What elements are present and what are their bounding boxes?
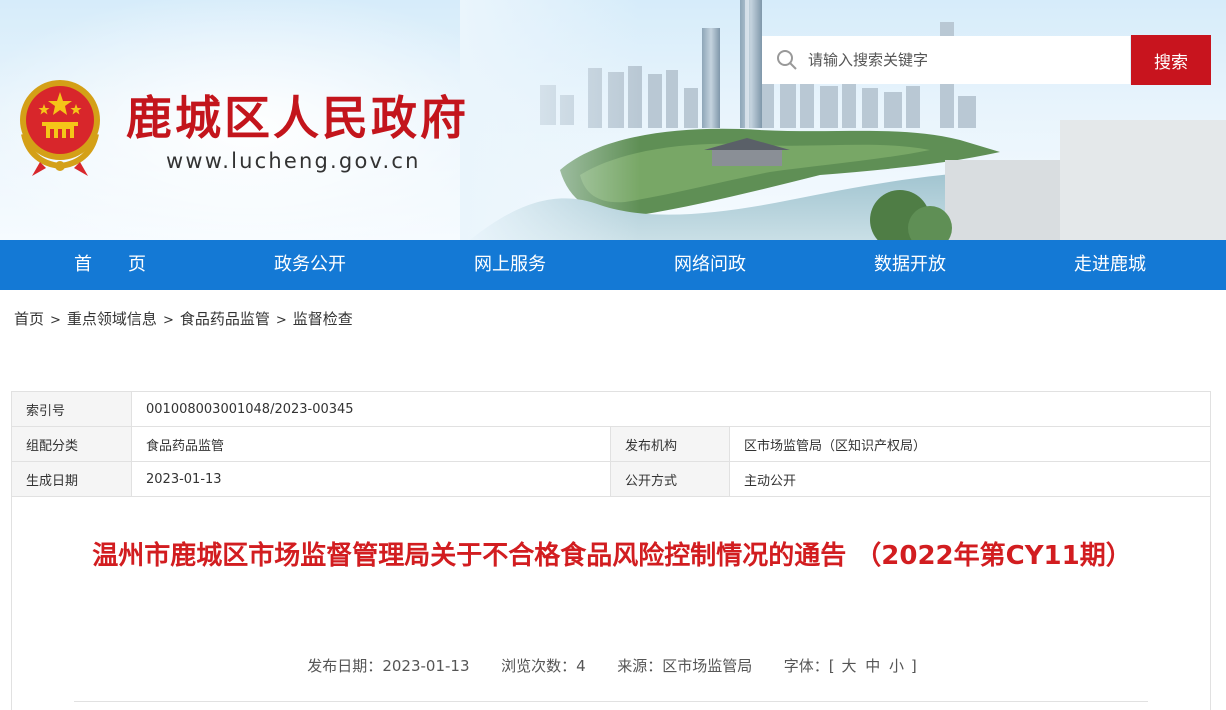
font-size-large-button[interactable]: 大 (841, 657, 856, 675)
publish-date: 2023-01-13 (382, 657, 470, 675)
breadcrumb-inspection[interactable]: 监督检查 (293, 310, 353, 328)
header-banner: 鹿城区人民政府 www.lucheng.gov.cn 搜索 (0, 0, 1226, 240)
site-url: www.lucheng.gov.cn (166, 149, 421, 173)
breadcrumb-separator: > (275, 313, 287, 328)
font-size-bracket-close: ] (910, 657, 917, 675)
article-title: 温州市鹿城区市场监督管理局关于不合格食品风险控制情况的通告 （2022年第CY1… (92, 541, 1132, 571)
breadcrumb-key-areas[interactable]: 重点领域信息 (67, 310, 157, 328)
source-value: 区市场监管局 (662, 657, 753, 675)
font-size-bracket-open: [ (828, 657, 835, 675)
breadcrumb-home[interactable]: 首页 (14, 310, 44, 328)
category-value: 食品药品监管 (131, 426, 611, 462)
disclosure-value: 主动公开 (729, 461, 1211, 497)
table-row: 生成日期 2023-01-13 公开方式 主动公开 (11, 461, 1211, 497)
article-divider (74, 701, 1148, 702)
publish-date-label: 发布日期： (307, 657, 383, 675)
main-nav: 首 页 政务公开 网上服务 网络问政 数据开放 走进鹿城 (0, 240, 1226, 290)
category-label: 组配分类 (11, 426, 132, 462)
nav-online-inquiry[interactable]: 网络问政 (610, 240, 810, 290)
date-label: 生成日期 (11, 461, 132, 497)
search-box (762, 36, 1130, 84)
views-count: 4 (576, 657, 586, 675)
search-input[interactable] (808, 36, 1124, 84)
national-emblem-icon (20, 80, 100, 176)
publisher-value: 区市场监管局（区知识产权局） (729, 426, 1211, 462)
font-size-small-button[interactable]: 小 (889, 657, 904, 675)
nav-online-services[interactable]: 网上服务 (410, 240, 610, 290)
font-size-medium-button[interactable]: 中 (865, 657, 880, 675)
disclosure-label: 公开方式 (610, 461, 730, 497)
breadcrumb-separator: > (50, 313, 61, 328)
nav-home[interactable]: 首 页 (10, 240, 210, 290)
article-meta: 发布日期：2023-01-13 浏览次数：4 来源：区市场监管局 字体：[ 大 … (12, 655, 1212, 676)
search-icon (777, 50, 797, 70)
table-row: 组配分类 食品药品监管 发布机构 区市场监管局（区知识产权局） (11, 426, 1211, 462)
index-value: 001008003001048/2023-00345 (131, 391, 1211, 427)
breadcrumb: 首页 > 重点领域信息 > 食品药品监管 > 监督检查 (14, 306, 353, 332)
publisher-label: 发布机构 (610, 426, 730, 462)
views-label: 浏览次数： (501, 657, 577, 675)
index-label: 索引号 (11, 391, 132, 427)
breadcrumb-food-drug[interactable]: 食品药品监管 (180, 310, 270, 328)
source-label: 来源： (617, 657, 663, 675)
breadcrumb-separator: > (162, 313, 174, 328)
nav-open-data[interactable]: 数据开放 (810, 240, 1010, 290)
font-size-label: 字体： (783, 657, 829, 675)
article: 温州市鹿城区市场监督管理局关于不合格食品风险控制情况的通告 （2022年第CY1… (11, 497, 1211, 710)
nav-government-affairs[interactable]: 政务公开 (210, 240, 410, 290)
nav-about-lucheng[interactable]: 走进鹿城 (1010, 240, 1210, 290)
document-meta-table: 索引号 001008003001048/2023-00345 组配分类 食品药品… (11, 391, 1211, 497)
site-title: 鹿城区人民政府 (126, 91, 469, 145)
search-button[interactable]: 搜索 (1131, 35, 1211, 85)
table-row: 索引号 001008003001048/2023-00345 (11, 391, 1211, 427)
date-value: 2023-01-13 (131, 461, 611, 497)
